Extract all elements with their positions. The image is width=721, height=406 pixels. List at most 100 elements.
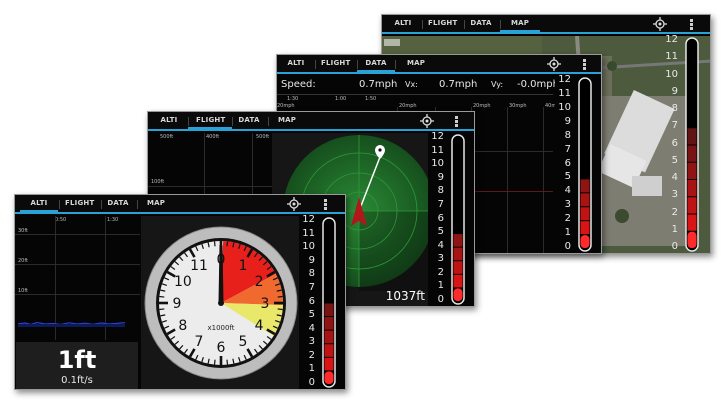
flight-tab-bar: ALTI FLIGHT DATA MAP <box>148 112 474 131</box>
gps-target-icon[interactable] <box>287 197 301 211</box>
tab-alti[interactable]: ALTI <box>158 116 180 124</box>
gps-target-icon[interactable] <box>547 57 561 71</box>
scale-label: 6 <box>671 137 678 149</box>
tab-map[interactable]: MAP <box>276 116 298 124</box>
gps-target-icon[interactable] <box>420 114 434 128</box>
scale-label: 11 <box>558 87 571 99</box>
altitude-scale-data: 12 11 10 9 8 7 6 5 4 3 2 1 0 <box>555 74 601 253</box>
tab-flight[interactable]: FLIGHT <box>188 116 232 130</box>
dial-number: 6 <box>217 340 226 356</box>
scale-label: 3 <box>671 189 678 201</box>
altitude-value: 1ft <box>57 346 97 374</box>
scale-label: 1 <box>564 227 571 239</box>
map-tab-bar: ALTI FLIGHT DATA MAP <box>382 15 710 34</box>
scale-label: 2 <box>437 266 444 278</box>
scale-label: 11 <box>302 227 315 239</box>
dial-number: 2 <box>255 274 264 290</box>
overflow-menu-icon[interactable] <box>690 19 693 30</box>
tab-map[interactable]: MAP <box>145 199 167 207</box>
scale-label: 0 <box>308 377 315 388</box>
scale-label: 8 <box>564 129 571 141</box>
tab-flight[interactable]: FLIGHT <box>65 199 94 207</box>
tab-alti[interactable]: ALTI <box>20 199 58 213</box>
scale-label: 12 <box>431 131 444 142</box>
dial-number: 10 <box>174 274 192 290</box>
tab-data[interactable]: DATA <box>470 19 492 27</box>
distance-tick: 500ft <box>160 134 174 140</box>
tab-data[interactable]: DATA <box>107 199 129 207</box>
altimeter-panel: 01234567891011x1000ft <box>141 216 301 389</box>
time-tick: 1:50 <box>365 96 377 102</box>
vx-label: Vx: <box>405 80 418 89</box>
scale-label: 5 <box>308 309 315 321</box>
scale-label: 10 <box>431 158 444 170</box>
overflow-menu-icon[interactable] <box>455 116 458 127</box>
gps-target-icon[interactable] <box>653 17 667 31</box>
altitude-scale-alti: 12 11 10 9 8 7 6 5 4 3 2 1 0 <box>299 214 345 389</box>
scale-label: 9 <box>308 254 315 266</box>
scale-label: 5 <box>564 171 571 183</box>
altitude-history-graph: 0:50 1:30 30ft 20ft 10ft <box>15 216 140 340</box>
scale-label: 0 <box>564 241 571 252</box>
overflow-menu-icon[interactable] <box>583 59 586 70</box>
dial-number: 7 <box>195 334 204 350</box>
scale-label: 0 <box>437 294 444 305</box>
scale-label: 12 <box>665 34 678 45</box>
scale-label: 10 <box>665 68 678 80</box>
scale-label: 6 <box>564 157 571 169</box>
time-tick: 1:30 <box>287 96 299 102</box>
tab-map[interactable]: MAP <box>405 59 427 67</box>
scale-label: 6 <box>308 295 315 307</box>
altitude-scale-flight: 12 11 10 9 8 7 6 5 4 3 2 1 0 <box>428 131 474 306</box>
tab-alti[interactable]: ALTI <box>392 19 414 27</box>
scale-label: 2 <box>308 349 315 361</box>
dial-number: 4 <box>255 318 264 334</box>
scale-label: 7 <box>671 120 678 132</box>
dial-number: 3 <box>261 296 270 312</box>
time-tick: 1:00 <box>335 96 347 102</box>
vy-value: -0.0mph <box>517 79 559 90</box>
scale-label: 6 <box>437 212 444 224</box>
scale-label: 5 <box>437 226 444 238</box>
tab-flight[interactable]: FLIGHT <box>428 19 457 27</box>
speed-value: 0.7mph <box>359 79 398 90</box>
speed-label: Speed: <box>281 79 316 90</box>
scale-label: 9 <box>437 171 444 183</box>
vx-value: 0.7mph <box>439 79 478 90</box>
scale-label: 1 <box>671 223 678 235</box>
scale-label: 3 <box>308 336 315 348</box>
scale-label: 3 <box>437 253 444 265</box>
tab-flight[interactable]: FLIGHT <box>321 59 350 67</box>
speed-row: Speed: 0.7mph Vx: 0.7mph Vy: -0.0mph <box>281 79 559 93</box>
dial-number: 9 <box>173 296 182 312</box>
alti-tab-bar: ALTI FLIGHT DATA MAP <box>15 195 345 214</box>
scale-label: 7 <box>564 143 571 155</box>
scale-label: 4 <box>564 185 571 197</box>
altitude-readout: 1037ft <box>385 289 425 303</box>
alti-screen: ALTI FLIGHT DATA MAP 0:50 1:30 30ft 20ft… <box>14 194 346 390</box>
tab-map[interactable]: MAP <box>500 19 540 33</box>
tab-data[interactable]: DATA <box>238 116 260 124</box>
scale-label: 0 <box>671 241 678 252</box>
altitude-level-bar <box>578 77 592 252</box>
tab-data[interactable]: DATA <box>357 59 395 73</box>
scale-label: 3 <box>564 199 571 211</box>
scale-label: 1 <box>437 280 444 292</box>
data-tab-bar: ALTI FLIGHT DATA MAP <box>277 55 601 74</box>
altitude-level-bar <box>451 134 465 305</box>
scale-label: 12 <box>558 74 571 85</box>
overflow-menu-icon[interactable] <box>324 199 327 210</box>
scale-label: 5 <box>671 154 678 166</box>
dial-number: 5 <box>239 334 248 350</box>
distance-tick: 100ft <box>151 179 165 185</box>
dial-number: 11 <box>190 258 208 274</box>
speed-tick: 20mph <box>473 103 491 109</box>
scale-label: 4 <box>437 239 444 251</box>
tab-alti[interactable]: ALTI <box>285 59 307 67</box>
altitude-readout-box: 1ft 0.1ft/s <box>16 342 138 389</box>
scale-label: 11 <box>431 144 444 156</box>
altimeter-dial: 01234567891011x1000ft <box>144 226 298 380</box>
scale-label: 12 <box>302 214 315 225</box>
dial-number: 8 <box>178 318 187 334</box>
scale-label: 1 <box>308 363 315 375</box>
